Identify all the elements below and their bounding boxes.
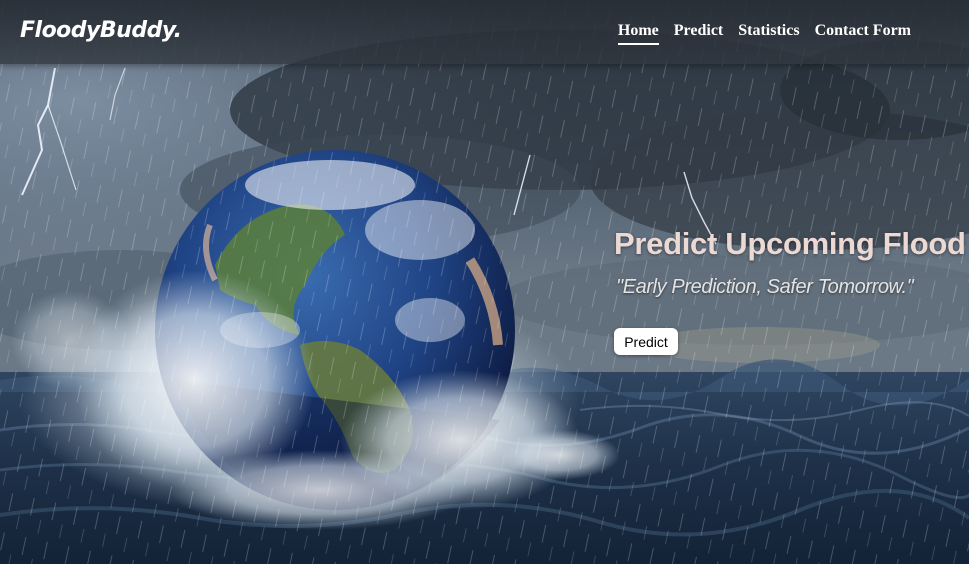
predict-button[interactable]: Predict [614,328,678,355]
nav-link-predict[interactable]: Predict [674,22,723,45]
brand-logo[interactable]: FloodyBuddy. [20,18,182,43]
nav-link-contact-form[interactable]: Contact Form [815,22,911,45]
hero-title: Predict Upcoming Flood [614,226,966,261]
page: FloodyBuddy. Home Predict Statistics Con… [0,0,969,564]
hero-tagline: "Early Prediction, Safer Tomorrow." [616,276,914,298]
hero-content: Predict Upcoming Flood "Early Prediction… [614,226,966,355]
nav-link-statistics[interactable]: Statistics [738,22,799,45]
nav-links: Home Predict Statistics Contact Form [617,22,911,45]
nav-link-home[interactable]: Home [617,22,659,45]
top-navbar: FloodyBuddy. Home Predict Statistics Con… [0,0,969,64]
